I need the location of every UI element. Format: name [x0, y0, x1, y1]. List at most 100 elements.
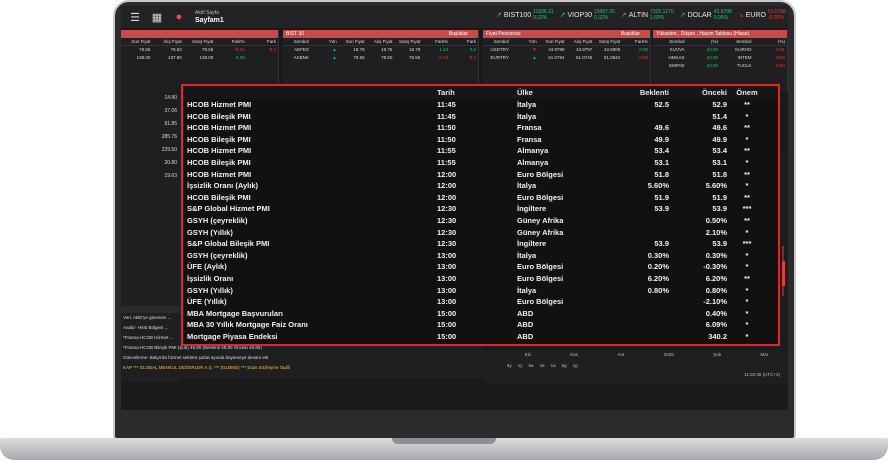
news-item[interactable]: Güncelleme- Balya'da hizmet sektörü şuba… — [121, 353, 485, 363]
calendar-row[interactable]: MBA Mortgage Başvuruları 15:00 ABD 0.40% * — [183, 308, 778, 320]
range-button[interactable]: 1a — [551, 360, 556, 372]
table-row[interactable]: 138.00 137.90 138.00 0.29 — [121, 54, 278, 62]
column-header[interactable]: Satış Fiyat — [394, 38, 422, 45]
event-previous: 49.9 — [712, 134, 727, 144]
header-previous[interactable]: Önceki — [669, 86, 727, 99]
table-row[interactable]: AKBNK ▲ 78.55 78.50 78.55 -0.44 -0.3 — [283, 54, 478, 62]
active-page[interactable]: Aktif Sayfa Sayfam1 — [195, 9, 224, 25]
range-button[interactable]: 3a — [540, 360, 545, 372]
table-row[interactable]: KUVVA 10.00 KURHO -9.81 — [653, 46, 787, 54]
header-country[interactable]: Ülke — [517, 86, 607, 99]
table-row[interactable]: 78.55 78.50 78.55 -0.44 -0.3 — [121, 46, 278, 54]
column-header[interactable]: (%) — [754, 38, 788, 45]
calendar-row[interactable]: GSYH (Yıllık) 13:00 İtalya 0.80% 0.80% * — [183, 285, 778, 297]
column-header[interactable]: Yön — [511, 38, 539, 45]
column-header[interactable]: Yön — [311, 38, 339, 45]
calendar-row[interactable]: İşsizlik Oranı (Aylık) 12:00 İtalya 5.60% 5.… — [183, 180, 778, 192]
column-header[interactable]: Fark — [247, 38, 278, 45]
calendar-row[interactable]: HCOB Hizmet PMI 12:00 Euro Bölgesi 51.8 51.8… — [183, 169, 778, 181]
headers-button[interactable]: Başlıklar — [449, 30, 478, 38]
cell: 43.9809 — [603, 47, 621, 52]
cell: 78.50 — [170, 47, 182, 52]
table-row[interactable]: USDTRY ▼ 43.9798 43.9797 43.9809 0.05 — [483, 46, 650, 54]
event-previous: 53.9 — [712, 239, 727, 249]
event-name: HCOB Bileşik PMI — [187, 192, 251, 202]
ticker-name: BIST100 — [503, 11, 532, 19]
ticker-altin[interactable]: ↗ ALTIN 7325.1270 1.69% — [621, 9, 674, 21]
header-importance[interactable]: Önem — [727, 86, 767, 99]
event-expected — [607, 227, 669, 239]
panel-columns: Sembol Yön Son Fiyat Alış Fiyat Satış Fi… — [483, 38, 650, 46]
range-button[interactable]: 1y — [518, 360, 523, 372]
range-button[interactable]: 6a — [529, 360, 534, 372]
calendar-row[interactable]: ÜFE (Yıllık) 13:00 Euro Bölgesi -2.10% * — [183, 296, 778, 308]
calendar-row[interactable]: Mortgage Piyasa Endeksi 15:00 ABD 340.2 * — [183, 331, 778, 343]
calendar-row[interactable]: HCOB Bileşik PMI 11:45 İtalya 51.4 * — [183, 111, 778, 123]
header-expected[interactable]: Beklenti — [607, 86, 669, 99]
calendar-row[interactable]: HCOB Hizmet PMI 11:50 Fransa 49.6 49.6 ** — [183, 122, 778, 134]
column-header[interactable]: Fark% — [215, 38, 246, 45]
column-header[interactable]: Sembol — [720, 38, 754, 45]
calendar-row[interactable]: GSYH (Yıllık) 12:30 Güney Afrika 2.10% * — [183, 227, 778, 239]
hamburger-menu-icon[interactable]: ☰ — [127, 11, 143, 24]
column-header[interactable]: Alış Fiyat — [152, 38, 183, 45]
event-importance: ** — [744, 100, 750, 109]
ticker-viop30[interactable]: ↗ VIOP30 15097.00 0.32% — [560, 9, 615, 21]
calendar-row[interactable]: İşsizlik Oranı 13:00 Euro Bölgesi 6.20% 6.20… — [183, 273, 778, 285]
calendar-row[interactable]: HCOB Bileşik PMI 11:55 Almanya 53.1 53.1 * — [183, 157, 778, 169]
calendar-row[interactable]: ÜFE (Aylık) 13:00 Euro Bölgesi 0.20% -0.30% * — [183, 261, 778, 273]
column-header[interactable]: Sembol — [483, 38, 511, 45]
cell: -0.44 — [437, 55, 449, 60]
event-name: GSYH (çeyreklik) — [187, 250, 248, 260]
calendar-row[interactable]: HCOB Hizmet PMI 11:55 Almanya 53.4 53.4 ** — [183, 145, 778, 157]
column-header[interactable]: Satış Fiyat — [594, 38, 622, 45]
economic-calendar-popup: Tarih Ülke Beklenti Önceki Önem HCOB Hiz… — [181, 84, 780, 346]
ticker-euro[interactable]: ↘ EURO 51.0788 -0.05% — [738, 9, 786, 21]
range-button[interactable]: 5g — [562, 360, 567, 372]
calendar-row[interactable]: MBA 30 Yıllık Mortgage Faiz Oranı 15:00 AB… — [183, 319, 778, 331]
calendar-row[interactable]: HCOB Hizmet PMI 11:45 İtalya 52.5 52.9 ** — [183, 99, 778, 111]
column-header[interactable]: Alış Fiyat — [367, 38, 395, 45]
header-event[interactable] — [183, 86, 437, 99]
table-row[interactable]: EURTRY ▲ 51.0794 51.0745 51.0842 -0.05 — [483, 54, 650, 62]
column-header[interactable]: Son Fiyat — [539, 38, 567, 45]
column-header[interactable]: (%) — [687, 38, 721, 45]
column-header[interactable]: Satış Fiyat — [184, 38, 215, 45]
event-country: ABD — [517, 320, 534, 330]
event-previous: 0.80% — [705, 285, 727, 295]
ticker-bist100[interactable]: ↗ BIST100 11936.31 0.02% — [496, 9, 554, 21]
column-header[interactable]: Sembol — [283, 38, 311, 45]
column-header[interactable]: Fark% — [422, 38, 450, 45]
event-previous: 53.4 — [712, 146, 727, 156]
range-button[interactable]: 5y — [507, 360, 512, 372]
calculator-icon[interactable]: ▦ — [149, 11, 165, 24]
column-header[interactable]: Son Fiyat — [121, 38, 152, 45]
event-name: HCOB Hizmet PMI — [187, 100, 252, 109]
calendar-row[interactable]: HCOB Bileşik PMI 11:50 Fransa 49.9 49.9 * — [183, 134, 778, 146]
ticker-change: 0.32% — [594, 15, 609, 21]
headers-button[interactable]: Başlıklar — [621, 30, 650, 38]
cell: 18.76 — [381, 47, 393, 52]
calendar-row[interactable]: GSYH (çeyreklik) 12:30 Güney Afrika 0.50% ** — [183, 215, 778, 227]
ticker-dolar[interactable]: ↗ DOLAR 43.9798 0.05% — [680, 9, 732, 21]
table-row[interactable]: AEFES ▲ 18.78 18.76 18.78 1.24 0.2 — [283, 46, 478, 54]
range-button[interactable]: 1g — [573, 360, 578, 372]
notification-icon[interactable]: ● — [171, 11, 187, 23]
table-row[interactable]: HMKAS 10.00 INTEM -9.50 — [653, 54, 787, 62]
calendar-row[interactable]: S&P Global Bileşik PMI 12:30 İngiltere 53.9… — [183, 238, 778, 250]
column-header[interactable]: Fark — [450, 38, 478, 45]
table-row[interactable]: EMPAE 10.00 TUCLK -8.84 — [653, 62, 787, 70]
calendar-row[interactable]: S&P Global Hizmet PMI 12:30 İngiltere 53.9 5… — [183, 203, 778, 215]
cell: 138.00 — [199, 55, 214, 60]
column-header[interactable]: Fark% — [622, 38, 650, 45]
column-header[interactable]: Sembol — [653, 38, 687, 45]
column-header[interactable]: Alış Fiyat — [566, 38, 594, 45]
calendar-row[interactable]: HCOB Bileşik PMI 12:00 Euro Bölgesi 51.9 51.… — [183, 192, 778, 204]
column-header[interactable]: Son Fiyat — [339, 38, 367, 45]
news-item[interactable]: KAP *** GLOBAL MENKUL DEĞERLER A.Ş. *** … — [121, 363, 485, 373]
event-name: HCOB Bileşik PMI — [187, 157, 251, 167]
chart-timeline: Eki Kas Ara 2026 Şub Mar 5y 1y 6a 3a 1a … — [485, 350, 788, 384]
chart-clock: 11:50:35 (UTC+3) — [744, 372, 780, 377]
header-date[interactable]: Tarih — [437, 86, 517, 99]
calendar-row[interactable]: GSYH (çeyreklik) 13:00 İtalya 0.30% 0.30% * — [183, 250, 778, 262]
